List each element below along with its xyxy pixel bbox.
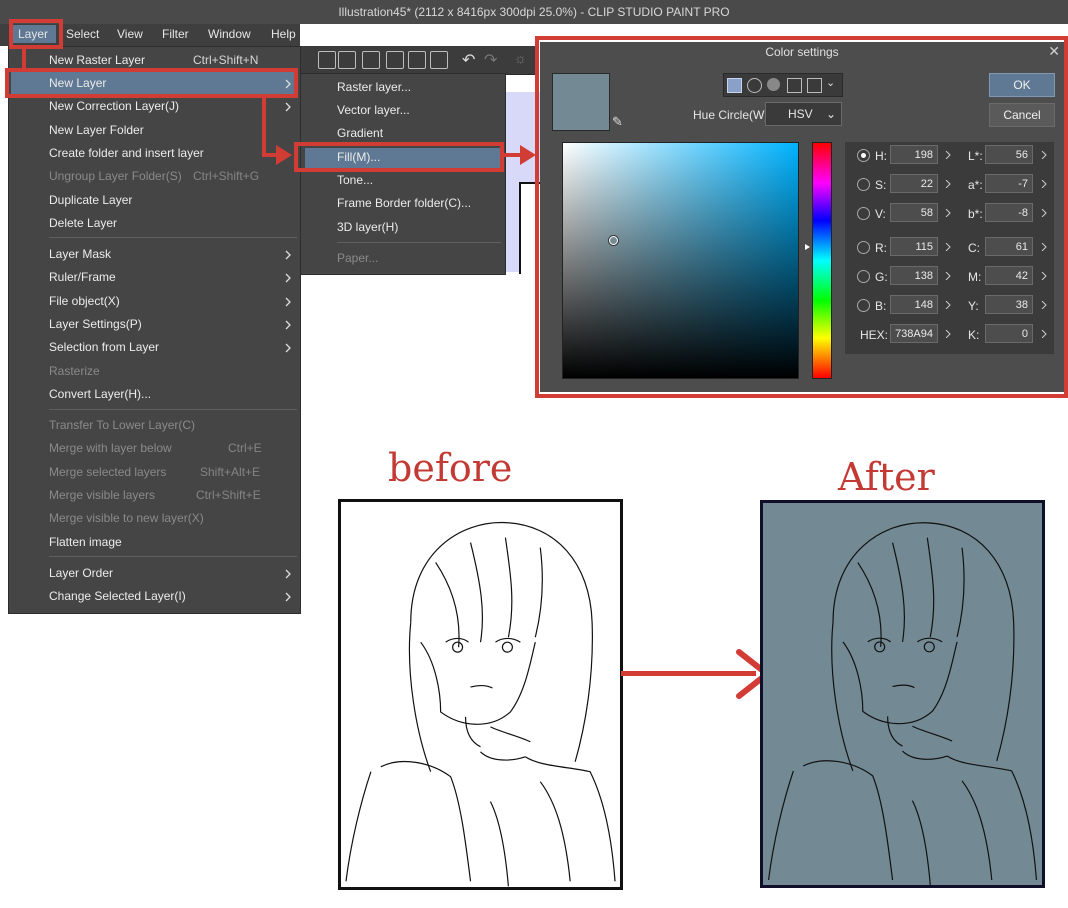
export-jpg-icon[interactable] xyxy=(386,51,404,69)
undo-icon[interactable]: ↶ xyxy=(462,50,475,70)
shortcut-new-raster-layer: Ctrl+Shift+N xyxy=(193,53,259,67)
menu-view[interactable]: View xyxy=(117,27,143,41)
menu-separator xyxy=(49,237,297,238)
highlight-fill xyxy=(294,142,504,172)
after-illustration xyxy=(760,500,1045,888)
menu-separator xyxy=(337,242,501,243)
lineart-drawing xyxy=(345,522,616,887)
menu-item-flatten-image[interactable]: Flatten image xyxy=(49,535,122,549)
chevron-right-icon xyxy=(285,569,291,579)
menu-item-change-selected-layer[interactable]: Change Selected Layer(I) xyxy=(49,589,186,603)
chevron-right-icon xyxy=(285,343,291,353)
save-icon[interactable] xyxy=(362,51,380,69)
menu-select[interactable]: Select xyxy=(66,27,99,41)
chevron-right-icon xyxy=(285,250,291,260)
export-ipad-icon[interactable] xyxy=(430,51,448,69)
menu-help[interactable]: Help xyxy=(271,27,296,41)
highlight-new-layer xyxy=(5,68,298,98)
menu-item-duplicate-layer[interactable]: Duplicate Layer xyxy=(49,193,132,207)
arrowhead-icon xyxy=(520,145,536,165)
lineart-drawing-filled xyxy=(767,522,1038,885)
after-label: After xyxy=(838,455,935,499)
shortcut-merge-selected: Shift+Alt+E xyxy=(200,465,261,479)
highlight-color-settings xyxy=(535,36,1068,398)
chevron-right-icon xyxy=(285,592,291,602)
menu-separator xyxy=(49,409,297,410)
menu-item-new-correction-layer[interactable]: New Correction Layer(J) xyxy=(49,99,179,113)
menu-item-new-raster-layer[interactable]: New Raster Layer xyxy=(49,53,145,67)
submenu-item-gradient[interactable]: Gradient xyxy=(337,126,383,140)
arrowhead-icon xyxy=(276,145,292,165)
chevron-right-icon xyxy=(285,273,291,283)
new-page-icon[interactable] xyxy=(318,51,336,69)
shortcut-merge-below: Ctrl+E xyxy=(228,441,262,455)
submenu-item-tone[interactable]: Tone... xyxy=(337,173,373,187)
loading-icon: ☼ xyxy=(514,50,527,66)
before-illustration xyxy=(338,499,623,890)
menu-item-layer-order[interactable]: Layer Order xyxy=(49,566,113,580)
layer-menu: New Raster Layer Ctrl+Shift+N New Layer … xyxy=(8,46,301,614)
submenu-item-3d-layer[interactable]: 3D layer(H) xyxy=(337,220,398,234)
menu-item-layer-mask[interactable]: Layer Mask xyxy=(49,247,111,261)
connector-arrow xyxy=(22,48,26,70)
menu-item-rasterize: Rasterize xyxy=(49,364,100,378)
new-layer-submenu: Raster layer... Vector layer... Gradient… xyxy=(300,73,506,275)
menu-item-ruler-frame[interactable]: Ruler/Frame xyxy=(49,270,116,284)
submenu-item-raster-layer[interactable]: Raster layer... xyxy=(337,80,411,94)
open-file-icon[interactable] xyxy=(338,51,356,69)
menu-item-merge-selected: Merge selected layers xyxy=(49,465,167,479)
submenu-item-vector-layer[interactable]: Vector layer... xyxy=(337,103,410,117)
redo-icon[interactable]: ↷ xyxy=(484,50,497,70)
toolbar: ↶ ↷ ☼ xyxy=(300,46,535,75)
menu-separator xyxy=(49,556,297,557)
menu-item-delete-layer[interactable]: Delete Layer xyxy=(49,216,117,230)
menu-item-ungroup-folder: Ungroup Layer Folder(S) xyxy=(49,169,182,183)
export-png-icon[interactable] xyxy=(408,51,426,69)
menu-item-layer-settings[interactable]: Layer Settings(P) xyxy=(49,317,142,331)
shortcut-ungroup-folder: Ctrl+Shift+G xyxy=(193,169,260,183)
menu-item-merge-visible: Merge visible layers xyxy=(49,488,156,502)
menu-item-selection-from-layer[interactable]: Selection from Layer xyxy=(49,340,159,354)
menu-item-file-object[interactable]: File object(X) xyxy=(49,294,120,308)
menu-item-merge-below: Merge with layer below xyxy=(49,441,172,455)
chevron-right-icon xyxy=(285,297,291,307)
menu-item-convert-layer[interactable]: Convert Layer(H)... xyxy=(49,387,151,401)
menu-window[interactable]: Window xyxy=(208,27,251,41)
chevron-right-icon xyxy=(285,102,291,112)
highlight-layer-menu xyxy=(9,19,63,49)
menu-item-merge-visible-new: Merge visible to new layer(X) xyxy=(49,511,204,525)
chevron-right-icon xyxy=(285,320,291,330)
shortcut-merge-visible: Ctrl+Shift+E xyxy=(196,488,261,502)
menu-item-create-folder-insert[interactable]: Create folder and insert layer xyxy=(49,146,204,160)
window-title: Illustration45* (2112 x 8416px 300dpi 25… xyxy=(0,0,1068,24)
submenu-item-paper: Paper... xyxy=(337,251,379,265)
menu-filter[interactable]: Filter xyxy=(162,27,189,41)
before-label: before xyxy=(388,446,513,490)
menu-item-transfer-lower: Transfer To Lower Layer(C) xyxy=(49,418,196,432)
menu-item-new-layer-folder[interactable]: New Layer Folder xyxy=(49,123,144,137)
submenu-item-frame-border[interactable]: Frame Border folder(C)... xyxy=(337,196,471,210)
connector-arrow xyxy=(262,97,266,157)
